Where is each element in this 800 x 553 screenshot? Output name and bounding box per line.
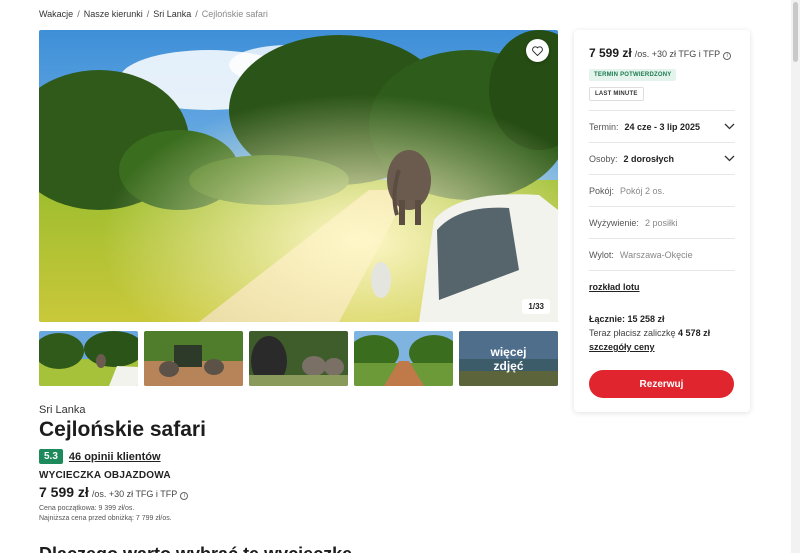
breadcrumb-separator: / [77, 9, 80, 19]
board-value: 2 posiłki [644, 217, 678, 228]
breadcrumb: Wakacje / Nasze kierunki / Sri Lanka / C… [39, 9, 268, 19]
flight-value: Warszawa-Okęcie [619, 249, 693, 260]
flight-label: Wylot: [589, 249, 614, 260]
term-label: Termin: [589, 121, 619, 132]
reviews-link[interactable]: 46 opinii klientów [69, 451, 161, 463]
room-field: Pokój: Pokój 2 os. [589, 174, 735, 206]
thumbnail-1[interactable] [39, 331, 138, 386]
room-label: Pokój: [589, 185, 615, 196]
thumbnail-road-image [354, 331, 453, 386]
booking-price-suffix: /os. +30 zł TFG i TFP [634, 49, 721, 59]
price-suffix: /os. +30 zł TFG i TFP [91, 489, 178, 499]
breadcrumb-current: Cejlońskie safari [201, 9, 268, 19]
booking-price: 7 599 zł /os. +30 zł TFG i TFP i [589, 46, 732, 60]
info-icon[interactable]: i [180, 492, 189, 500]
booking-price-value: 7 599 zł [589, 46, 632, 60]
more-photos-label: więcej zdjęć [459, 331, 558, 386]
thumbnail-more[interactable]: więcej zdjęć [459, 331, 558, 386]
offer-country: Sri Lanka [39, 404, 86, 416]
flight-schedule-row: rozkład lotu [589, 270, 735, 302]
breadcrumb-separator: / [146, 9, 150, 19]
flight-field: Wylot: Warszawa-Okęcie [589, 238, 735, 270]
advance-amount: 4 578 zł [678, 328, 711, 338]
board-label: Wyżywienie: [589, 217, 639, 228]
chevron-down-icon [724, 123, 735, 130]
term-select[interactable]: Termin: 24 cze - 3 lip 2025 [589, 110, 735, 142]
breadcrumb-item-sri-lanka[interactable]: Sri Lanka [153, 9, 191, 19]
thumbnail-2[interactable] [144, 331, 243, 386]
thumbnail-elephant-image [39, 331, 138, 386]
tag-last-minute: LAST MINUTE [589, 87, 644, 101]
rating-row: 5.3 46 opinii klientów [39, 449, 161, 464]
advance-payment: Teraz płacisz zaliczkę 4 578 zł [589, 328, 710, 338]
offer-title: Cejlońskie safari [39, 418, 206, 441]
initial-price-note: Cena początkowa: 9 399 zł/os. [39, 505, 135, 512]
price-value: 7 599 zł [39, 484, 89, 500]
thumbnail-photographer-image [249, 331, 348, 386]
persons-label: Osoby: [589, 153, 618, 164]
thumbnail-4[interactable] [354, 331, 453, 386]
breadcrumb-separator: / [195, 9, 198, 19]
heart-icon [532, 45, 543, 56]
section-heading: Dlaczego warto wybrać tę wycieczkę [39, 544, 352, 553]
chevron-down-icon [724, 155, 735, 162]
favorite-button[interactable] [526, 39, 549, 62]
thumbnail-jeep-image [144, 331, 243, 386]
photo-counter: 1/33 [522, 299, 550, 314]
page-scrollbar[interactable] [791, 0, 800, 553]
thumbnail-strip: więcej zdjęć [39, 331, 558, 386]
tag-confirmed: TERMIN POTWIERDZONY [589, 69, 677, 81]
board-field: Wyżywienie: 2 posiłki [589, 206, 735, 238]
price-details-link[interactable]: szczegóły ceny [589, 342, 655, 352]
trip-type: WYCIECZKA OBJAZDOWA [39, 470, 171, 481]
breadcrumb-item-wakacje[interactable]: Wakacje [39, 9, 73, 19]
flight-schedule-link[interactable]: rozkład lotu [589, 282, 640, 292]
reserve-button[interactable]: Rezerwuj [589, 370, 734, 398]
lowest-price-note: Najniższa cena przed obniżką: 7 799 zł/o… [39, 515, 172, 522]
offer-price: 7 599 zł /os. +30 zł TFG i TFP i [39, 484, 189, 500]
room-value: Pokój 2 os. [620, 185, 665, 196]
breadcrumb-item-nasze-kierunki[interactable]: Nasze kierunki [84, 9, 143, 19]
main-photo[interactable]: 1/33 [39, 30, 558, 322]
info-icon[interactable]: i [723, 52, 732, 60]
rating-badge: 5.3 [39, 449, 63, 464]
total-price: Łącznie: 15 258 zł [589, 314, 665, 324]
persons-select[interactable]: Osoby: 2 dorosłych [589, 142, 735, 174]
booking-panel: 7 599 zł /os. +30 zł TFG i TFP i TERMIN … [574, 30, 750, 412]
advance-label: Teraz płacisz zaliczkę [589, 328, 676, 338]
safari-elephant-photo [39, 30, 558, 322]
scrollbar-thumb[interactable] [793, 2, 798, 62]
thumbnail-3[interactable] [249, 331, 348, 386]
term-value: 24 cze - 3 lip 2025 [624, 121, 701, 132]
persons-value: 2 dorosłych [623, 153, 675, 164]
